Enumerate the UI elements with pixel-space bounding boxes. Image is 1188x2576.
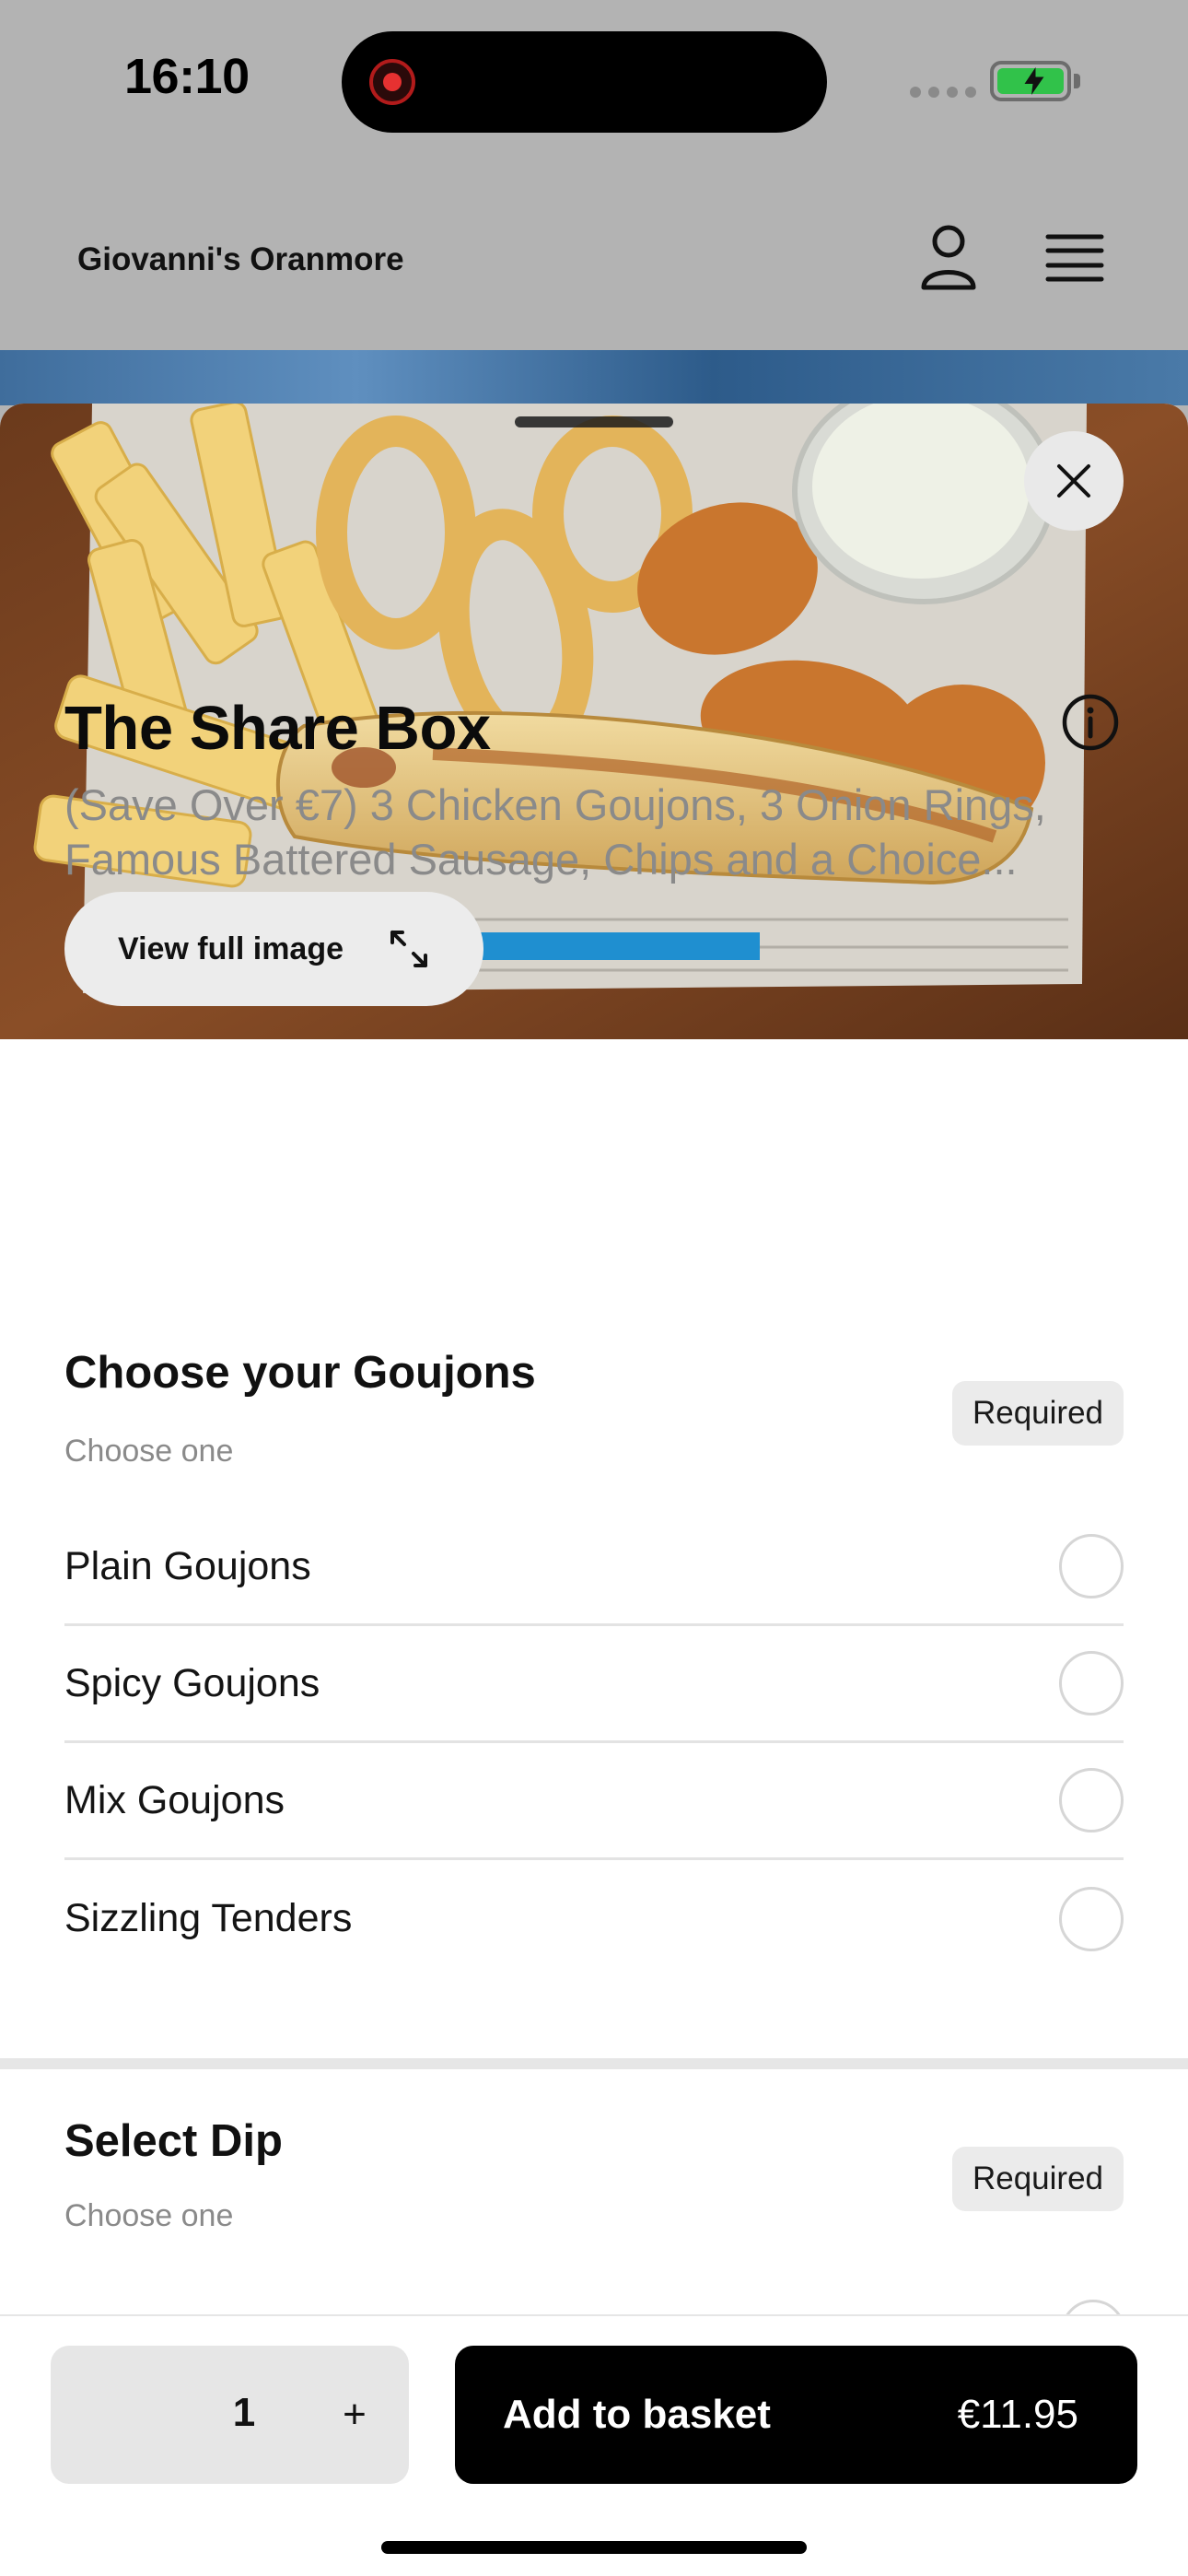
option-label: Spicy Goujons [64, 1660, 320, 1705]
group-title-goujons: Choose your Goujons [64, 1348, 536, 1398]
menu-icon[interactable] [1045, 232, 1104, 284]
screen-recording-icon [369, 59, 415, 105]
close-icon [1057, 464, 1090, 498]
option-label: Plain Goujons [64, 1543, 311, 1588]
radio-button[interactable] [1059, 1651, 1124, 1715]
cellular-signal-icon [910, 87, 976, 98]
required-badge: Required [952, 2147, 1124, 2211]
store-name[interactable]: Giovanni's Oranmore [77, 241, 404, 278]
screen: 16:10 Giovanni's Oranmore View full imag… [0, 0, 1188, 2576]
option-sizzling-tenders[interactable]: Sizzling Tenders [64, 1860, 1124, 1977]
group-subtitle-goujons: Choose one [64, 1434, 234, 1469]
group-title-dip: Select Dip [64, 2116, 283, 2166]
add-to-basket-button[interactable]: Add to basket €11.95 [455, 2346, 1137, 2484]
background-page-peek [0, 350, 1188, 405]
home-indicator[interactable] [381, 2541, 807, 2554]
section-divider [0, 2058, 1188, 2069]
sheet-grabber[interactable] [515, 416, 673, 427]
app-header: Giovanni's Oranmore [0, 175, 1188, 350]
option-label: Mix Goujons [64, 1777, 285, 1822]
status-time: 16:10 [124, 49, 250, 104]
quantity-stepper[interactable]: 1 + [51, 2346, 409, 2484]
required-badge: Required [952, 1381, 1124, 1446]
expand-icon [390, 931, 427, 967]
option-label: Sizzling Tenders [64, 1896, 353, 1940]
product-sheet: View full image The Share Box (Save Over… [0, 404, 1188, 2576]
radio-button[interactable] [1059, 1886, 1124, 1951]
option-spicy-goujons[interactable]: Spicy Goujons [64, 1626, 1124, 1743]
radio-button[interactable] [1059, 1768, 1124, 1832]
increase-quantity-button[interactable]: + [327, 2387, 382, 2442]
view-full-image-label: View full image [118, 931, 344, 966]
quantity-value: 1 [232, 2390, 256, 2435]
option-mix-goujons[interactable]: Mix Goujons [64, 1743, 1124, 1860]
add-to-basket-label: Add to basket [503, 2392, 771, 2437]
group-subtitle-dip: Choose one [64, 2198, 234, 2233]
option-plain-goujons[interactable]: Plain Goujons [64, 1509, 1124, 1626]
account-icon[interactable] [919, 223, 978, 291]
product-description: (Save Over €7) 3 Chicken Goujons, 3 Onio… [64, 780, 1046, 884]
dynamic-island [342, 31, 827, 133]
radio-button[interactable] [1059, 1534, 1124, 1598]
product-title: The Share Box [64, 694, 491, 763]
charging-bolt-icon [1024, 67, 1044, 95]
battery-cap [1074, 74, 1080, 88]
view-full-image-button[interactable]: View full image [64, 892, 483, 1006]
footer-bar: 1 + Add to basket €11.95 [0, 2314, 1188, 2576]
close-button[interactable] [1024, 431, 1124, 531]
info-icon[interactable] [1061, 693, 1120, 752]
total-price: €11.95 [957, 2392, 1078, 2437]
battery-icon [990, 61, 1071, 101]
